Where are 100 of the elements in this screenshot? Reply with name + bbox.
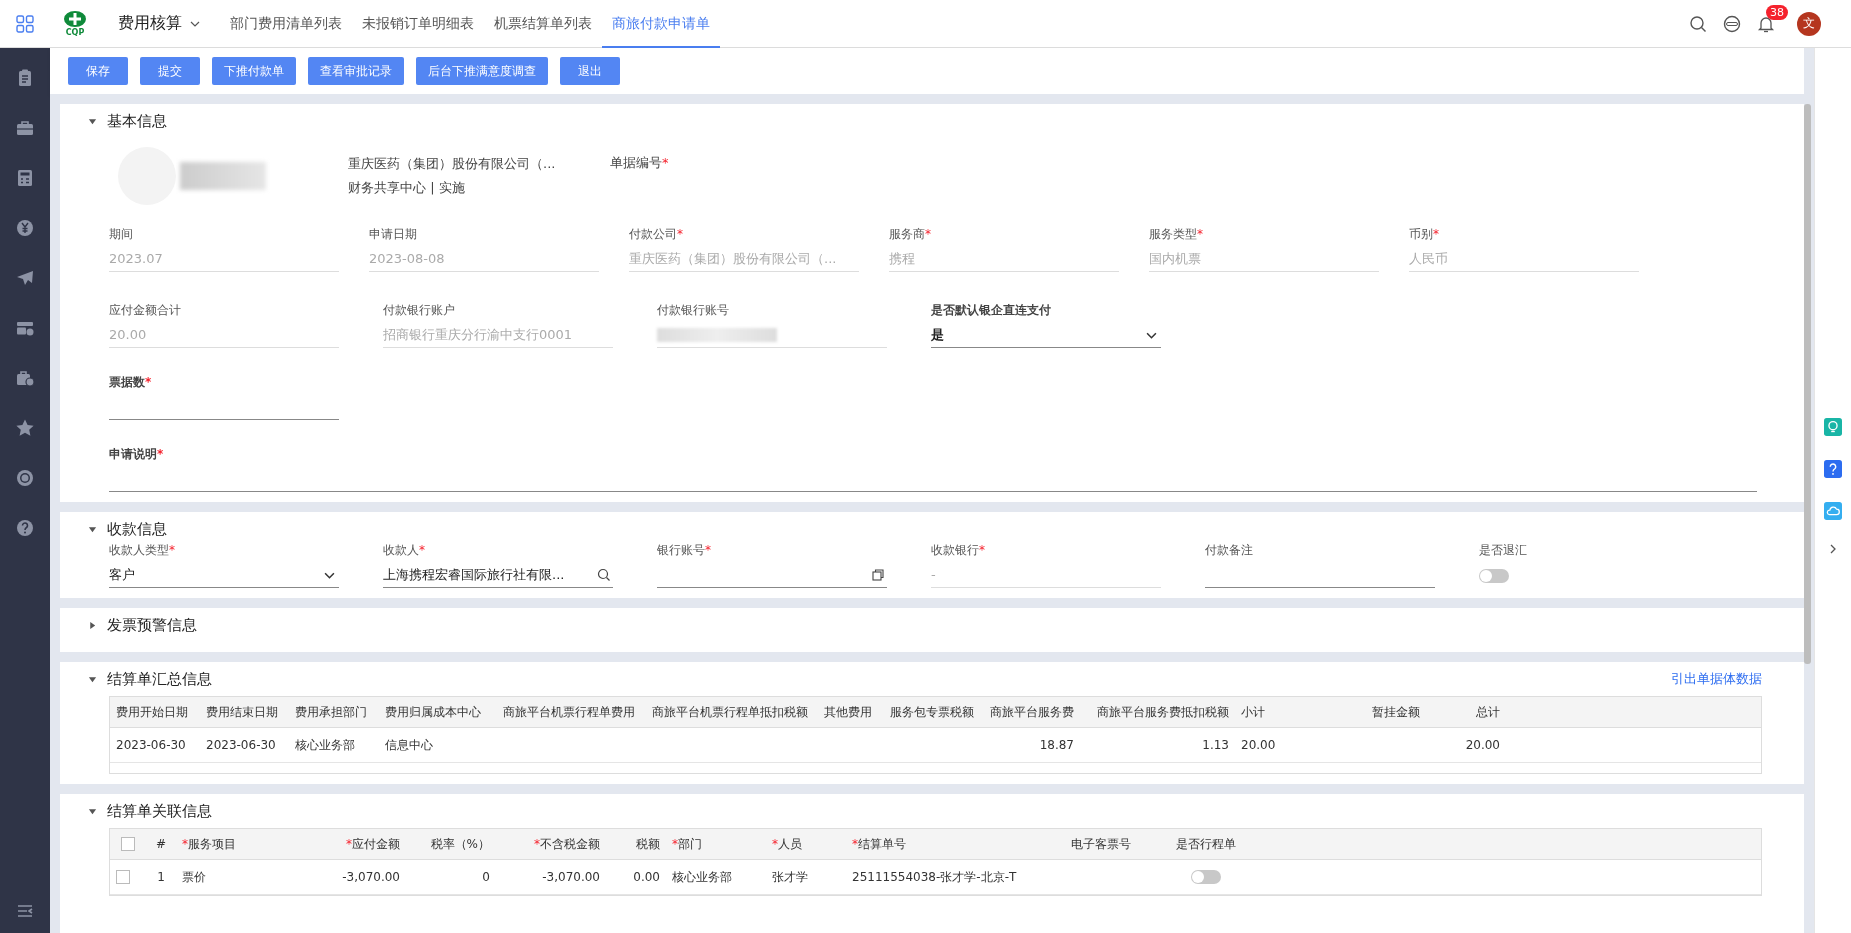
input-field[interactable]: 人民币 — [1409, 247, 1639, 272]
field-label: 服务商* — [889, 226, 932, 243]
column-header: 商旅平台机票行程单抵扣税额 — [652, 704, 808, 719]
search-icon[interactable] — [597, 568, 611, 582]
table-cell: 核心业务部 — [672, 869, 732, 884]
field-label: 应付金额合计 — [109, 302, 182, 319]
field-label: 付款公司* — [629, 226, 684, 243]
field-label: 收款银行* — [931, 542, 986, 559]
nav-tab[interactable]: 未报销订单明细表 — [352, 0, 484, 48]
chevron-down-icon[interactable] — [324, 571, 335, 579]
column-header: *不含税金额 — [534, 836, 600, 851]
bag-icon[interactable] — [15, 368, 35, 388]
table-cell: 核心业务部 — [295, 737, 355, 752]
table-cell: 票价 — [182, 869, 206, 884]
chevron-down-icon[interactable] — [1146, 331, 1157, 339]
section-title: 发票预警信息 — [107, 615, 197, 635]
section-title: 结算单关联信息 — [107, 801, 212, 821]
field-label: 付款备注 — [1205, 542, 1254, 559]
field-label: 收款人类型* — [109, 542, 176, 559]
table-cell: 信息中心 — [385, 737, 433, 752]
section-header[interactable]: 基本信息 — [60, 104, 1804, 138]
toolbar-button[interactable]: 后台下推满意度调查 — [416, 57, 548, 85]
help-icon[interactable] — [15, 518, 35, 538]
field-label: 收款人* — [383, 542, 426, 559]
section-title: 基本信息 — [107, 111, 167, 131]
expand-triangle-icon[interactable] — [88, 674, 97, 684]
select-field[interactable]: 客户 — [109, 563, 339, 588]
column-header: 小计 — [1241, 704, 1265, 719]
lightbulb-icon[interactable] — [1824, 418, 1842, 436]
table-cell: 2023-06-30 — [206, 738, 276, 752]
caret-icon[interactable] — [190, 20, 200, 27]
table-cell: 2023-06-30 — [116, 738, 186, 752]
cloud-icon[interactable] — [1824, 502, 1842, 520]
table-cell: -3,070.00 — [542, 870, 600, 884]
toolbar-button[interactable]: 下推付款单 — [212, 57, 296, 85]
toolbar-button[interactable]: 保存 — [68, 57, 128, 85]
column-header: 其他费用 — [824, 704, 872, 719]
more-icon[interactable] — [1723, 14, 1741, 33]
user-avatar[interactable]: 文 — [1797, 11, 1821, 36]
input-field[interactable]: 重庆医药（集团）股份有限公司（... — [629, 247, 859, 272]
column-header: 费用开始日期 — [116, 704, 188, 719]
briefcase-icon[interactable] — [15, 118, 35, 138]
toolbar-button[interactable]: 查看审批记录 — [308, 57, 404, 85]
search-field[interactable]: 上海携程宏睿国际旅行社有限... — [383, 563, 613, 588]
column-header: 商旅平台机票行程单费用 — [503, 704, 635, 719]
row-checkbox[interactable] — [116, 870, 130, 885]
column-header: 税率（%） — [430, 836, 490, 851]
input-field[interactable]: 招商银行重庆分行渝中支行0001 — [383, 323, 613, 348]
section-title: 收款信息 — [107, 519, 167, 539]
field-label: 期间 — [109, 226, 134, 243]
nav-tab[interactable]: 部门费用清单列表 — [220, 0, 352, 48]
apps-grid-icon[interactable] — [16, 14, 34, 33]
company-logo: CQP — [60, 10, 90, 37]
search-icon[interactable] — [1689, 14, 1707, 33]
input-field[interactable]: 20.00 — [109, 323, 339, 348]
section-header[interactable]: 结算单关联信息 — [60, 794, 1804, 828]
table-cell: 25111554038-张才学-北京-T — [852, 869, 1017, 884]
input-field[interactable]: 2023-08-08 — [369, 247, 599, 272]
section-header[interactable]: 结算单汇总信息 引出单据体数据 — [60, 662, 1804, 696]
input-field[interactable]: 国内机票 — [1149, 247, 1379, 272]
column-header: 总计 — [1476, 704, 1500, 719]
expand-triangle-icon[interactable] — [88, 620, 97, 630]
column-header: 商旅平台服务费 — [990, 704, 1074, 719]
expand-triangle-icon[interactable] — [88, 116, 97, 126]
input-field[interactable]: - — [931, 563, 1161, 588]
column-header: *服务项目 — [182, 836, 236, 851]
star-icon[interactable] — [15, 418, 35, 438]
table-cell: 1.13 — [1202, 738, 1229, 752]
section-title: 结算单汇总信息 — [107, 669, 212, 689]
toggle-switch[interactable] — [1191, 870, 1221, 885]
nav-tab[interactable]: 商旅付款申请单 — [602, 0, 720, 48]
select-all-checkbox[interactable] — [121, 837, 135, 852]
expand-triangle-icon[interactable] — [88, 806, 97, 816]
column-header: 暂挂金额 — [1372, 704, 1420, 719]
table-cell: 张才学 — [772, 869, 808, 884]
select-field[interactable]: 是 — [931, 323, 1161, 348]
column-header: 服务包专票税额 — [890, 704, 974, 719]
target-icon[interactable] — [15, 468, 35, 488]
input-field[interactable]: 携程 — [889, 247, 1119, 272]
input-field[interactable]: 2023.07 — [109, 247, 339, 272]
chevron-right-icon[interactable] — [1828, 544, 1838, 554]
help-icon[interactable] — [1824, 460, 1842, 478]
section-header[interactable]: 发票预警信息 — [60, 608, 1804, 642]
scrollbar-thumb[interactable] — [1804, 104, 1811, 664]
app-title-dropdown[interactable]: 费用核算 — [118, 13, 200, 34]
nav-tab[interactable]: 机票结算单列表 — [484, 0, 602, 48]
table-cell: 20.00 — [1241, 738, 1276, 752]
table-cell: -3,070.00 — [342, 870, 400, 884]
copy-icon[interactable] — [871, 568, 885, 582]
bell-icon[interactable] — [1757, 14, 1775, 33]
toggle-switch[interactable] — [1479, 569, 1509, 583]
notification-badge: 38 — [1766, 4, 1788, 20]
field-label: 付款银行账号 — [657, 302, 730, 319]
field-label: 服务类型* — [1149, 226, 1204, 243]
expand-triangle-icon[interactable] — [88, 524, 97, 534]
yen-icon[interactable] — [15, 218, 35, 238]
calculator-icon[interactable] — [15, 168, 35, 188]
toolbar-button[interactable]: 提交 — [140, 57, 200, 85]
toolbar-button[interactable]: 退出 — [560, 57, 620, 85]
export-link[interactable]: 引出单据体数据 — [1671, 670, 1762, 688]
